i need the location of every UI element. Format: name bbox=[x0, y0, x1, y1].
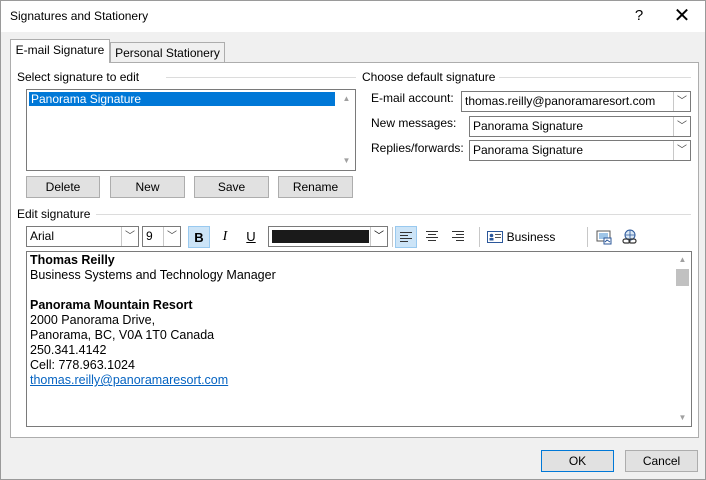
select-signature-label: Select signature to edit bbox=[17, 70, 140, 84]
font-name-select[interactable]: Arial ﹀ bbox=[26, 226, 139, 247]
email-account-select[interactable]: thomas.reilly@panoramaresort.com ﹀ bbox=[461, 91, 691, 112]
tab-panel: Select signature to edit Panorama Signat… bbox=[10, 62, 699, 438]
ok-button[interactable]: OK bbox=[541, 450, 614, 472]
signature-cell: Cell: 778.963.1024 bbox=[30, 358, 135, 372]
chevron-down-icon[interactable]: ﹀ bbox=[370, 227, 387, 246]
chevron-down-icon[interactable]: ﹀ bbox=[673, 117, 690, 136]
email-account-value: thomas.reilly@panoramaresort.com bbox=[465, 94, 656, 108]
font-size-value: 9 bbox=[146, 229, 153, 243]
font-name-value: Arial bbox=[30, 229, 55, 243]
tab-email-signature[interactable]: E-mail Signature bbox=[10, 39, 110, 63]
new-messages-label: New messages: bbox=[371, 116, 457, 130]
replies-forwards-select[interactable]: Panorama Signature ﹀ bbox=[469, 140, 691, 161]
replies-forwards-value: Panorama Signature bbox=[473, 143, 584, 157]
tab-personal-stationery[interactable]: Personal Stationery bbox=[110, 42, 225, 63]
chevron-down-icon[interactable]: ﹀ bbox=[673, 92, 690, 111]
delete-button[interactable]: Delete bbox=[26, 176, 100, 198]
font-size-select[interactable]: 9 ﹀ bbox=[142, 226, 181, 247]
chevron-down-icon[interactable]: ﹀ bbox=[163, 227, 180, 246]
new-messages-select[interactable]: Panorama Signature ﹀ bbox=[469, 116, 691, 137]
new-messages-value: Panorama Signature bbox=[473, 119, 584, 133]
help-button[interactable]: ? bbox=[629, 5, 649, 27]
italic-icon[interactable]: I bbox=[214, 226, 236, 248]
default-signature-label: Choose default signature bbox=[362, 70, 496, 84]
signature-job-title: Business Systems and Technology Manager bbox=[30, 268, 276, 282]
signature-company: Panorama Mountain Resort bbox=[30, 298, 193, 312]
signature-email-link[interactable]: thomas.reilly@panoramaresort.com bbox=[30, 373, 228, 388]
align-right-icon[interactable] bbox=[447, 226, 469, 248]
cancel-button[interactable]: Cancel bbox=[625, 450, 698, 472]
group-divider bbox=[166, 77, 356, 78]
save-button[interactable]: Save bbox=[194, 176, 269, 198]
rename-button[interactable]: Rename bbox=[278, 176, 353, 198]
new-button[interactable]: New bbox=[110, 176, 185, 198]
signature-list[interactable]: Panorama Signature ▲ ▼ bbox=[26, 89, 356, 171]
group-divider bbox=[96, 214, 691, 215]
scroll-down-icon[interactable]: ▼ bbox=[674, 411, 691, 425]
business-card-button[interactable]: Business Card bbox=[485, 226, 583, 266]
title-bar: Signatures and Stationery ? ✕ bbox=[1, 1, 705, 32]
scroll-thumb[interactable] bbox=[676, 269, 689, 286]
scroll-up-icon[interactable]: ▲ bbox=[674, 253, 691, 267]
signatures-dialog: Signatures and Stationery ? ✕ E-mail Sig… bbox=[0, 0, 706, 480]
signature-address-line1: 2000 Panorama Drive, bbox=[30, 313, 156, 327]
signature-list-item[interactable]: Panorama Signature bbox=[29, 92, 335, 106]
editor-scrollbar[interactable]: ▲ ▼ bbox=[674, 252, 691, 426]
toolbar-separator bbox=[479, 227, 480, 247]
toolbar-separator bbox=[392, 227, 393, 247]
list-scrollbar[interactable]: ▲ ▼ bbox=[338, 90, 355, 170]
align-center-icon[interactable] bbox=[421, 226, 443, 248]
font-color-select[interactable]: ﹀ bbox=[268, 226, 388, 247]
group-divider bbox=[499, 77, 691, 78]
bold-icon[interactable]: B bbox=[188, 226, 210, 248]
close-button[interactable]: ✕ bbox=[668, 4, 696, 28]
edit-signature-label: Edit signature bbox=[17, 207, 91, 221]
insert-hyperlink-icon[interactable] bbox=[619, 226, 641, 248]
signature-name: Thomas Reilly bbox=[30, 253, 115, 267]
toolbar-separator bbox=[587, 227, 588, 247]
replies-forwards-label: Replies/forwards: bbox=[371, 141, 464, 155]
window-title: Signatures and Stationery bbox=[10, 9, 149, 23]
scroll-down-icon[interactable]: ▼ bbox=[338, 154, 355, 168]
font-color-swatch bbox=[272, 230, 369, 243]
signature-editor[interactable]: Thomas Reilly Business Systems and Techn… bbox=[26, 251, 692, 427]
business-card-icon bbox=[487, 231, 503, 243]
scroll-up-icon[interactable]: ▲ bbox=[338, 92, 355, 106]
signature-address-line2: Panorama, BC, V0A 1T0 Canada bbox=[30, 328, 215, 342]
chevron-down-icon[interactable]: ﹀ bbox=[121, 227, 138, 246]
signature-phone: 250.341.4142 bbox=[30, 343, 107, 357]
email-account-label: E-mail account: bbox=[371, 91, 454, 105]
align-left-icon[interactable] bbox=[395, 226, 417, 248]
insert-picture-icon[interactable] bbox=[593, 226, 615, 248]
underline-icon[interactable]: U bbox=[240, 226, 262, 248]
chevron-down-icon[interactable]: ﹀ bbox=[673, 141, 690, 160]
